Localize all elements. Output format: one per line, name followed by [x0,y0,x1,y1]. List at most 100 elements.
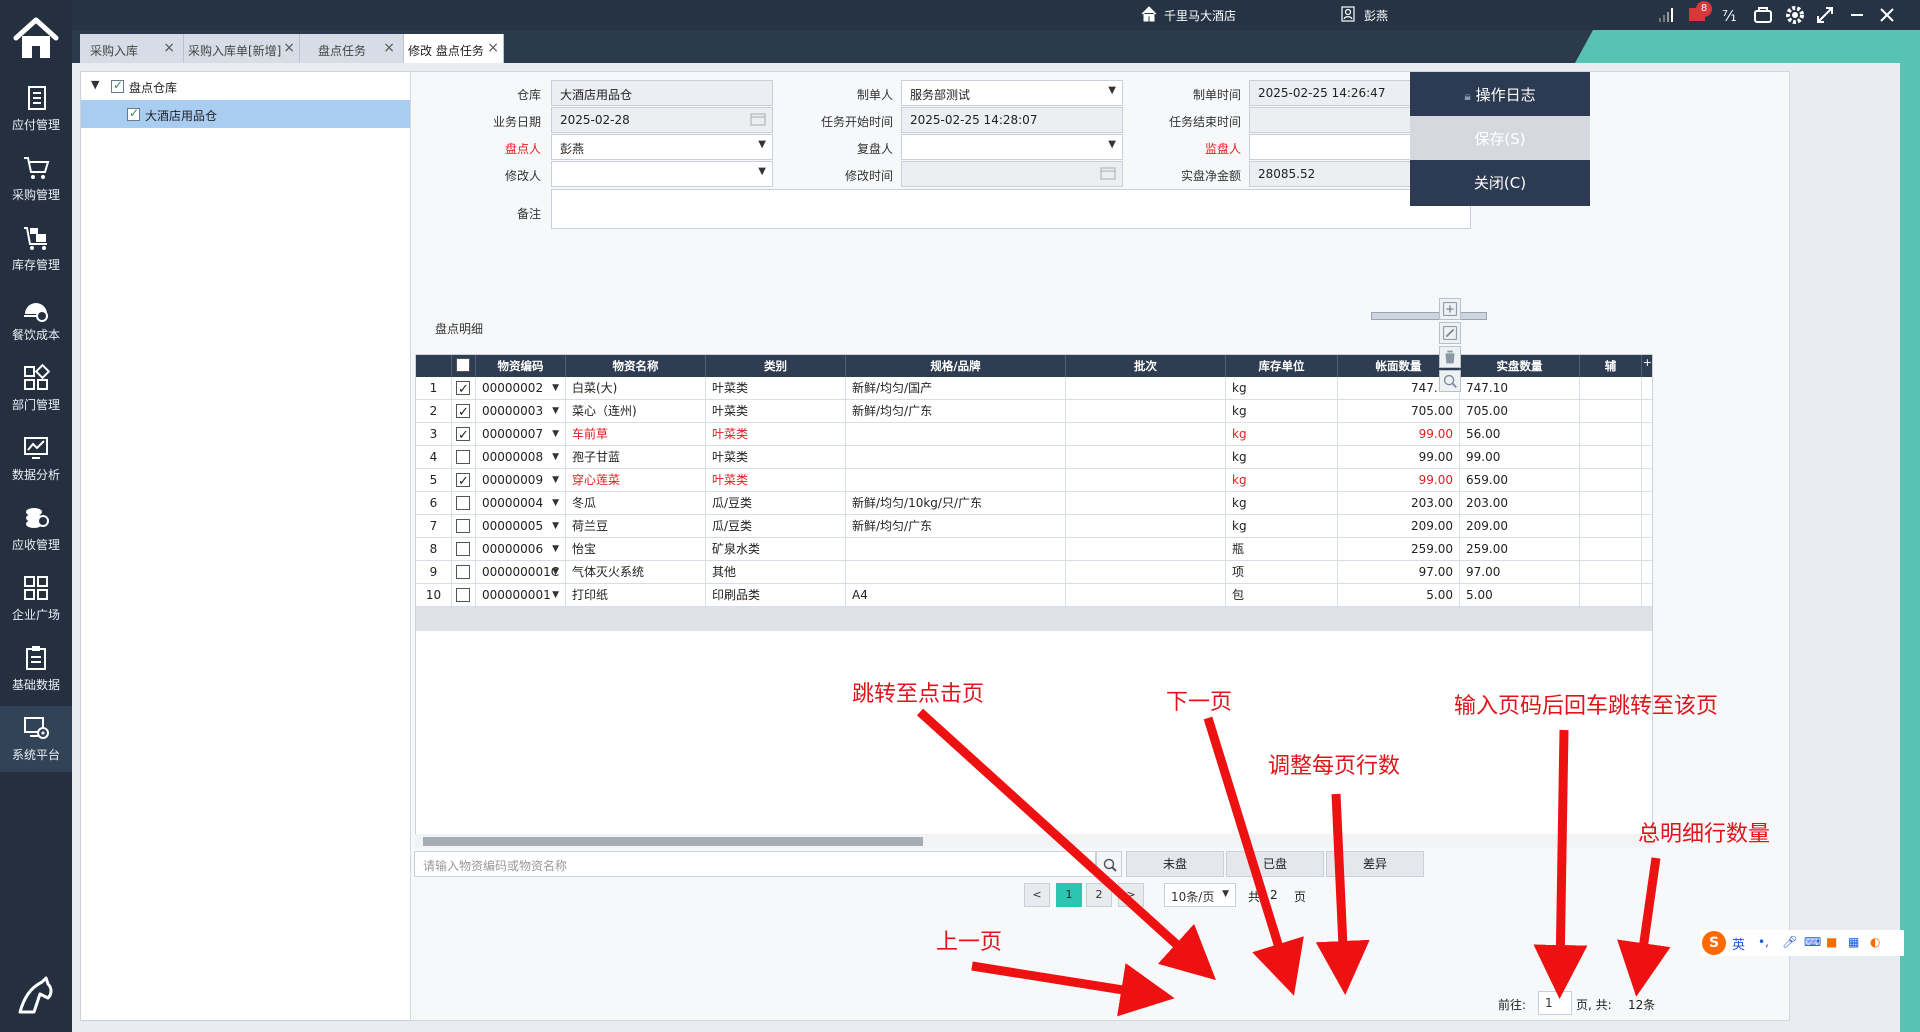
tab-label: 采购入库 [90,44,139,58]
minimize-icon[interactable] [1846,4,1868,26]
total-pages-prefix: 共: [1248,890,1265,904]
tab-label: 盘点任务 [318,44,367,58]
search-button[interactable] [1096,851,1122,877]
nav-inventory-label: 库存管理 [11,258,60,272]
tree-checkbox[interactable] [111,78,124,93]
collapse-icon[interactable]: ▼ [91,78,99,91]
nav-department-label: 部门管理 [11,398,60,412]
nav-department[interactable]: 部门管理 [0,356,72,422]
tab-stocktake[interactable]: 盘点任务 × [300,34,404,63]
grid-icon [24,364,50,390]
ime-toolbar: S 英 •, 🎤︎ ⌨ ■ ▦ ◐ [1700,930,1904,956]
nav-inventory[interactable]: 库存管理 [0,216,72,282]
page-size-value: 10条/页 [1171,890,1215,904]
coins-icon [26,508,49,528]
tree-label: 大酒店用品仓 [145,109,218,123]
nav-payables[interactable]: 应付管理 [0,76,72,142]
annotation-next: 下一页 [1166,690,1233,715]
goto-label-text: 前往: [1498,998,1527,1012]
skin-icon[interactable]: ■ [1826,935,1840,949]
nav-system-label: 系统平台 [11,748,60,762]
tab-label: 采购入库单[新增] [188,44,282,58]
search-icon [1103,858,1117,872]
annotation-goto: 输入页码后回车跳转至该页 [1454,694,1719,719]
close-icon[interactable]: × [487,40,499,56]
nav-receivables[interactable]: 应收管理 [0,496,72,562]
tab-label: 修改 盘点任务 [408,44,484,58]
nav-purchase[interactable]: 采购管理 [0,146,72,212]
payables-icon [28,86,46,110]
settings-icon[interactable] [1784,4,1806,26]
home-icon[interactable] [10,12,62,64]
hotel-name: 千里马大酒店 [1164,9,1237,23]
tree-checkbox[interactable] [127,106,140,121]
total-suffix: 页, 共: [1576,998,1612,1012]
unchecked-filter-button[interactable]: 未盘 [1126,851,1224,877]
annotation-prev: 上一页 [936,930,1003,955]
page-2-button[interactable]: 2 [1086,883,1112,907]
sogou-icon[interactable]: S [1702,931,1726,955]
nav-basedata[interactable]: 基础数据 [0,636,72,702]
tab-purchase-new[interactable]: 采购入库单[新增] × [184,34,300,63]
dropdown-arrow-icon: ▼ [1222,889,1229,899]
apps-icon [24,576,48,600]
nav-analysis-label: 数据分析 [11,468,60,482]
tab-purchase-in[interactable]: 采购入库 × [80,34,184,63]
total-pages: 2 [1270,888,1278,902]
diff-filter-button[interactable]: 差异 [1326,851,1424,877]
nav-receivables-label: 应收管理 [11,538,60,552]
expand-icon[interactable] [1814,4,1836,26]
nav-cost[interactable]: 餐饮成本 [0,286,72,352]
close-window-icon[interactable] [1876,4,1898,26]
horse-logo-icon [18,976,53,1014]
signal-icon [1659,8,1673,22]
user-name: 彭燕 [1364,9,1389,23]
home-small-icon [1141,6,1157,22]
chart-icon [24,437,48,459]
sidebar: 应付管理 采购管理 库存管理 餐饮成本 部门管理 数据分析 应收管理 企业广场 … [0,0,72,1032]
nav-analysis[interactable]: 数据分析 [0,426,72,492]
page-unit: 页 [1294,890,1307,904]
annotation-jump: 跳转至点击页 [852,682,985,707]
ime-more-icon[interactable]: ◐ [1870,935,1884,949]
nav-enterprise[interactable]: 企业广场 [0,566,72,632]
page-1-button[interactable]: 1 [1056,883,1082,907]
user-icon [1341,6,1355,22]
checked-filter-button[interactable]: 已盘 [1226,851,1324,877]
cost-icon [24,303,48,322]
notification-badge: 8 [1696,1,1712,17]
warehouse-cart-icon [24,227,47,250]
goto-page-input[interactable]: 1 [1538,991,1572,1015]
content-overlay: 请输入物资编码或物资名称 未盘 已盘 差异 < 1 2 > 10条/页 ▼ 共:… [410,71,1790,1021]
next-page-button[interactable]: > [1118,883,1144,907]
prev-page-button[interactable]: < [1024,883,1050,907]
annotation-size: 调整每页行数 [1268,754,1401,779]
tab-edit-stocktake[interactable]: 修改 盘点任务 × [404,34,504,63]
decor-wedge [1575,30,1920,63]
nav-payables-label: 应付管理 [11,118,60,132]
top-bar: 千里马大酒店 彭燕 8 ⁷⁄₁ [72,0,1920,30]
system-icon [24,717,49,739]
tab-strip: 采购入库 × 采购入库单[新增] × 盘点任务 × 修改 盘点任务 × [72,30,1920,63]
close-icon[interactable]: × [283,40,295,56]
close-icon[interactable]: × [163,40,175,56]
close-icon[interactable]: × [383,40,395,56]
toolbox-icon[interactable]: ▦ [1848,935,1862,949]
percent-icon[interactable]: ⁷⁄₁ [1720,4,1742,26]
tree-label: 盘点仓库 [129,81,178,95]
page-size-select[interactable]: 10条/页 ▼ [1164,883,1236,907]
nav-purchase-label: 采购管理 [11,188,60,202]
microphone-icon[interactable]: 🎤︎ [1782,935,1797,949]
ime-language[interactable]: 英 [1732,934,1745,953]
punctuation-icon[interactable]: •, [1758,935,1772,949]
keyboard-icon[interactable]: ⌨ [1804,935,1821,949]
svg-text:⁷⁄₁: ⁷⁄₁ [1722,7,1737,25]
nav-enterprise-label: 企业广场 [11,608,60,622]
nav-cost-label: 餐饮成本 [11,328,60,342]
decor-strip [1900,63,1920,1032]
nav-system[interactable]: 系统平台 [0,706,72,772]
annotation-total: 总明细行数量 [1638,822,1771,847]
material-search-input[interactable]: 请输入物资编码或物资名称 [414,851,1096,877]
bag-icon[interactable] [1752,4,1774,26]
clipboard-icon [26,646,46,670]
